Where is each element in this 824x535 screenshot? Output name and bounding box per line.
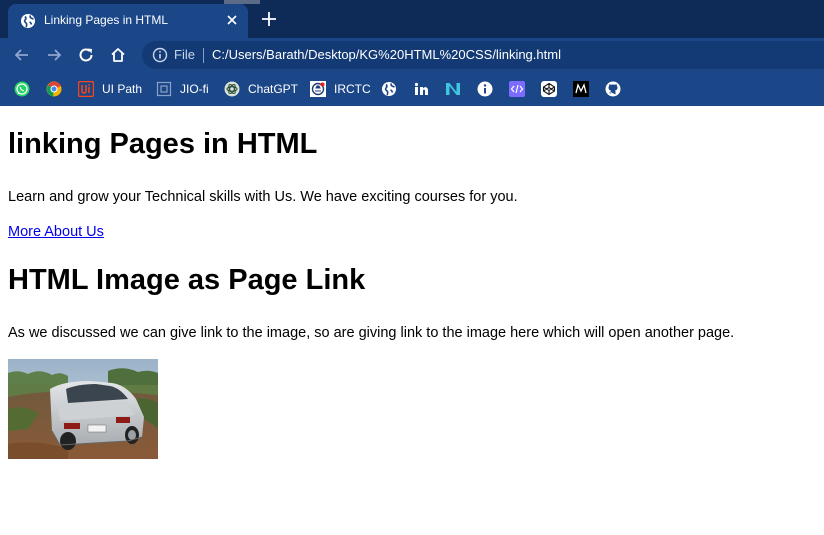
page-content: linking Pages in HTML Learn and grow you… <box>0 106 824 535</box>
bookmark-label: IRCTC <box>334 82 371 96</box>
chrome-web-icon <box>46 81 62 97</box>
code-icon <box>509 81 525 97</box>
home-icon[interactable] <box>109 46 127 64</box>
close-icon[interactable] <box>224 12 240 28</box>
bookmark-label: JIO-fi <box>180 82 209 96</box>
bookmarks-bar: UI Path JIO-fi ChatGPT IRCTC <box>0 72 824 106</box>
medium-icon <box>573 81 589 97</box>
tab-strip: Linking Pages in HTML <box>0 0 824 38</box>
active-tab[interactable]: Linking Pages in HTML <box>8 4 248 38</box>
jiofi-icon <box>156 81 172 97</box>
github-icon <box>605 81 621 97</box>
uipath-icon <box>78 81 94 97</box>
car-image <box>8 359 158 459</box>
bookmark-info[interactable] <box>477 78 493 100</box>
bookmark-github[interactable] <box>605 78 621 100</box>
bookmark-irctc[interactable]: IRCTC <box>310 78 371 100</box>
arrow-left-icon[interactable] <box>13 46 31 64</box>
globe-icon <box>21 14 35 28</box>
bookmark-whatsapp[interactable] <box>14 78 30 100</box>
bookmark-medium[interactable] <box>573 78 589 100</box>
bookmark-jiofi[interactable]: JIO-fi <box>156 78 209 100</box>
reload-icon[interactable] <box>77 46 95 64</box>
whatsapp-icon <box>14 81 30 97</box>
irctc-icon <box>310 81 326 97</box>
codepen-icon <box>541 81 557 97</box>
scheme-label: File <box>174 47 195 62</box>
bookmark-label: UI Path <box>102 82 143 96</box>
bookmark-chatgpt[interactable]: ChatGPT <box>224 78 298 100</box>
url-text[interactable]: C:/Users/Barath/Desktop/KG%20HTML%20CSS/… <box>212 47 561 62</box>
chatgpt-icon <box>224 81 240 97</box>
image-link-paragraph: As we discussed we can give link to the … <box>8 325 735 341</box>
bookmark-notion[interactable] <box>445 78 461 100</box>
car-image-link[interactable] <box>8 359 158 459</box>
bookmark-globe[interactable] <box>381 78 397 100</box>
info-icon[interactable] <box>152 47 168 63</box>
more-about-us-link[interactable]: More About Us <box>8 224 104 240</box>
section-heading: HTML Image as Page Link <box>8 264 366 296</box>
bookmark-codepen[interactable] <box>541 78 557 100</box>
bookmark-linkedin[interactable] <box>413 78 429 100</box>
linkedin-icon <box>414 82 428 95</box>
omnibox-divider <box>203 48 204 63</box>
page-heading: linking Pages in HTML <box>8 128 318 160</box>
bookmark-uipath[interactable]: UI Path <box>78 78 142 100</box>
arrow-right-icon[interactable] <box>45 46 63 64</box>
info-icon <box>477 81 493 97</box>
plus-icon[interactable] <box>260 10 278 28</box>
notion-icon <box>446 83 460 95</box>
intro-paragraph: Learn and grow your Technical skills wit… <box>8 189 518 205</box>
tab-title: Linking Pages in HTML <box>44 13 169 27</box>
navigation-toolbar: File C:/Users/Barath/Desktop/KG%20HTML%2… <box>0 38 824 72</box>
bookmark-web[interactable] <box>46 78 62 100</box>
address-bar[interactable]: File C:/Users/Barath/Desktop/KG%20HTML%2… <box>142 41 824 69</box>
bookmark-label: ChatGPT <box>248 82 299 96</box>
bookmark-code[interactable] <box>509 78 525 100</box>
globe-icon <box>382 82 396 96</box>
